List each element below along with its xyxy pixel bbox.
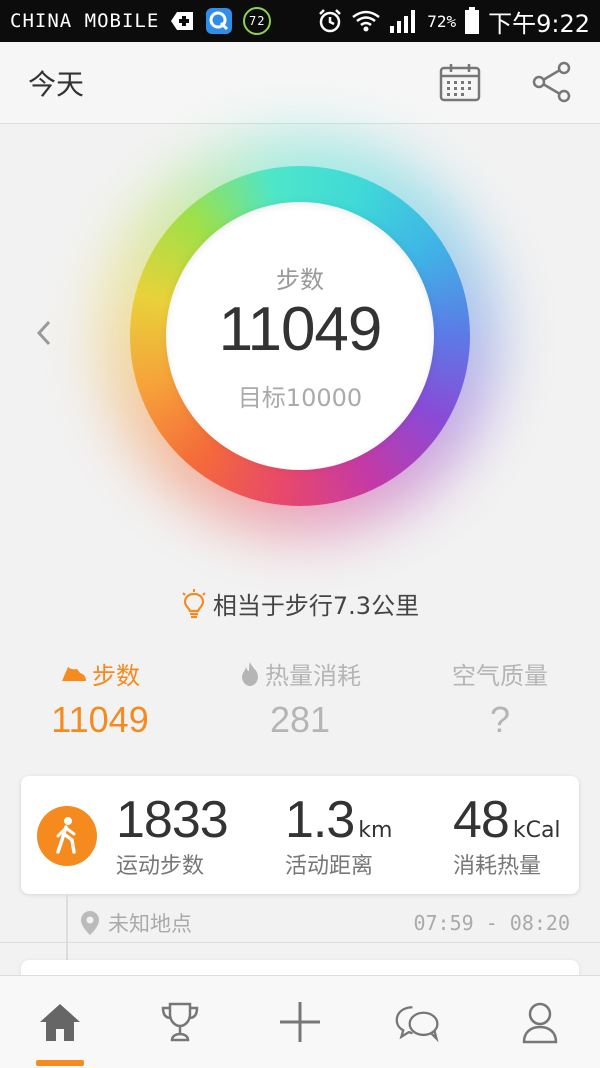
stat-steps: 1833 运动步数 <box>116 790 229 880</box>
location-left: 未知地点 <box>80 908 192 938</box>
metric-steps[interactable]: 步数 11049 <box>40 656 160 741</box>
status-bar: CHINA MOBILE 72 72% 下午9:22 <box>0 0 600 42</box>
metric-steps-label-row: 步数 <box>40 656 160 691</box>
activity-card[interactable]: 1833 运动步数 1.3 km 活动距离 48 kCal 消耗热量 <box>21 776 579 894</box>
stat-calories-label: 消耗热量 <box>453 854 542 879</box>
stat-steps-row: 1833 <box>116 790 229 850</box>
flame-icon <box>242 661 258 686</box>
metric-air-label: 空气质量 <box>452 662 548 690</box>
stat-calories-row: 48 kCal <box>453 790 561 850</box>
clock-time: 下午9:22 <box>488 9 590 38</box>
divider <box>0 942 600 943</box>
wifi-icon <box>351 9 381 33</box>
previous-day-button[interactable] <box>32 318 56 348</box>
active-tab-indicator <box>36 1060 84 1066</box>
walking-person-icon <box>56 817 76 854</box>
chat-icon <box>395 1006 439 1043</box>
walking-badge <box>37 806 97 866</box>
tab-chat[interactable] <box>394 998 442 1046</box>
tab-trophy[interactable] <box>156 998 204 1046</box>
metric-calories[interactable]: 热量消耗 281 <box>230 656 370 741</box>
calendar-icon <box>439 64 481 102</box>
metric-steps-label: 步数 <box>92 662 140 690</box>
tab-home[interactable] <box>36 998 84 1046</box>
score-badge: 72 <box>243 7 272 35</box>
stat-distance-row: 1.3 km <box>285 790 392 850</box>
shoe-icon <box>62 666 86 681</box>
share-button[interactable] <box>530 60 574 104</box>
alarm-icon <box>317 8 343 34</box>
stat-distance-unit: km <box>358 818 393 843</box>
metric-calories-label-row: 热量消耗 <box>230 656 370 691</box>
metric-calories-value: 281 <box>269 699 331 740</box>
location-time-range: 07:59 - 08:20 <box>413 911 570 935</box>
metric-air-quality[interactable]: 空气质量 ? <box>440 656 560 741</box>
location-pin-icon <box>81 911 99 935</box>
chevron-left-icon <box>36 320 51 346</box>
ring-goal: 目标10000 <box>237 384 363 412</box>
status-right: 72% 下午9:22 <box>317 4 590 39</box>
location-name: 未知地点 <box>108 912 192 936</box>
location-row[interactable]: 未知地点 07:59 - 08:20 <box>80 908 570 938</box>
ring-label: 步数 <box>276 266 324 294</box>
steps-ring[interactable]: 步数 11049 目标10000 <box>100 136 500 536</box>
calendar-button[interactable] <box>438 60 482 104</box>
stat-distance-value: 1.3 <box>285 791 355 849</box>
metric-air-value: ? <box>489 699 511 740</box>
tab-add[interactable] <box>276 998 324 1046</box>
ring-step-count: 11049 <box>218 295 383 364</box>
stat-steps-value: 1833 <box>116 791 229 849</box>
share-icon <box>532 61 571 103</box>
stat-calories-unit: kCal <box>512 818 561 843</box>
signal-icon <box>389 8 419 34</box>
metric-steps-value: 11049 <box>51 699 149 740</box>
metric-calories-label: 热量消耗 <box>265 662 361 690</box>
stat-distance: 1.3 km 活动距离 <box>285 790 392 880</box>
trophy-icon <box>161 1002 199 1042</box>
app-header: 今天 <box>0 42 600 124</box>
home-icon <box>40 1004 80 1041</box>
profile-icon <box>522 1002 558 1044</box>
stat-steps-label: 运动步数 <box>116 854 205 879</box>
battery-percent: 72% <box>427 11 457 31</box>
bottom-tab-bar <box>0 975 600 1068</box>
tip-text: 相当于步行7.3公里 <box>212 592 420 620</box>
medical-app-icon <box>169 10 195 32</box>
weather-app-icon <box>205 7 233 35</box>
page-title: 今天 <box>28 67 85 101</box>
battery-icon <box>464 7 480 35</box>
plus-icon <box>280 1002 320 1042</box>
distance-tip: 相当于步行7.3公里 <box>0 586 600 621</box>
stat-calories-value: 48 <box>453 791 510 849</box>
stat-calories: 48 kCal 消耗热量 <box>453 790 561 880</box>
carrier-label: CHINA MOBILE <box>10 10 160 32</box>
lightbulb-icon <box>182 588 206 618</box>
status-left: CHINA MOBILE 72 <box>10 7 272 35</box>
stat-distance-label: 活动距离 <box>285 854 374 879</box>
tab-profile[interactable] <box>516 998 564 1046</box>
